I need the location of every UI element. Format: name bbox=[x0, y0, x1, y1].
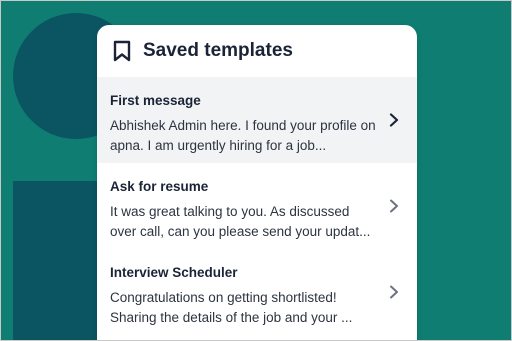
panel-header: Saved templates bbox=[97, 25, 417, 77]
template-preview: Congratulations on getting shortlisted! … bbox=[110, 288, 380, 328]
template-item-first-message[interactable]: First message Abhishek Admin here. I fou… bbox=[97, 77, 417, 163]
chevron-right-icon[interactable] bbox=[389, 285, 399, 299]
template-preview: Abhishek Admin here. I found your profil… bbox=[110, 116, 380, 156]
template-title: First message bbox=[110, 93, 201, 108]
page-title: Saved templates bbox=[143, 40, 293, 61]
saved-templates-panel: Saved templates First message Abhishek A… bbox=[97, 25, 417, 340]
template-title: Interview Scheduler bbox=[110, 265, 238, 280]
chevron-right-icon[interactable] bbox=[389, 199, 399, 213]
template-preview-line-2: apna. I am urgently hiring for a job... bbox=[110, 138, 327, 153]
template-title: Ask for resume bbox=[110, 179, 209, 194]
template-preview: It was great talking to you. As discusse… bbox=[110, 202, 380, 242]
chevron-right-icon[interactable] bbox=[389, 113, 399, 127]
template-preview-line-1: It was great talking to you. As discusse… bbox=[110, 204, 350, 219]
template-preview-line-2: over call, can you please send your upda… bbox=[110, 224, 371, 239]
screen: Saved templates First message Abhishek A… bbox=[0, 0, 512, 341]
bookmark-icon bbox=[113, 40, 131, 62]
template-preview-line-1: Congratulations on getting shortlisted! bbox=[110, 290, 337, 305]
template-preview-line-1: Abhishek Admin here. I found your profil… bbox=[110, 118, 376, 133]
template-item-ask-for-resume[interactable]: Ask for resume It was great talking to y… bbox=[97, 163, 417, 249]
template-preview-line-2: Sharing the details of the job and your … bbox=[110, 310, 353, 325]
template-item-interview-scheduler[interactable]: Interview Scheduler Congratulations on g… bbox=[97, 249, 417, 335]
